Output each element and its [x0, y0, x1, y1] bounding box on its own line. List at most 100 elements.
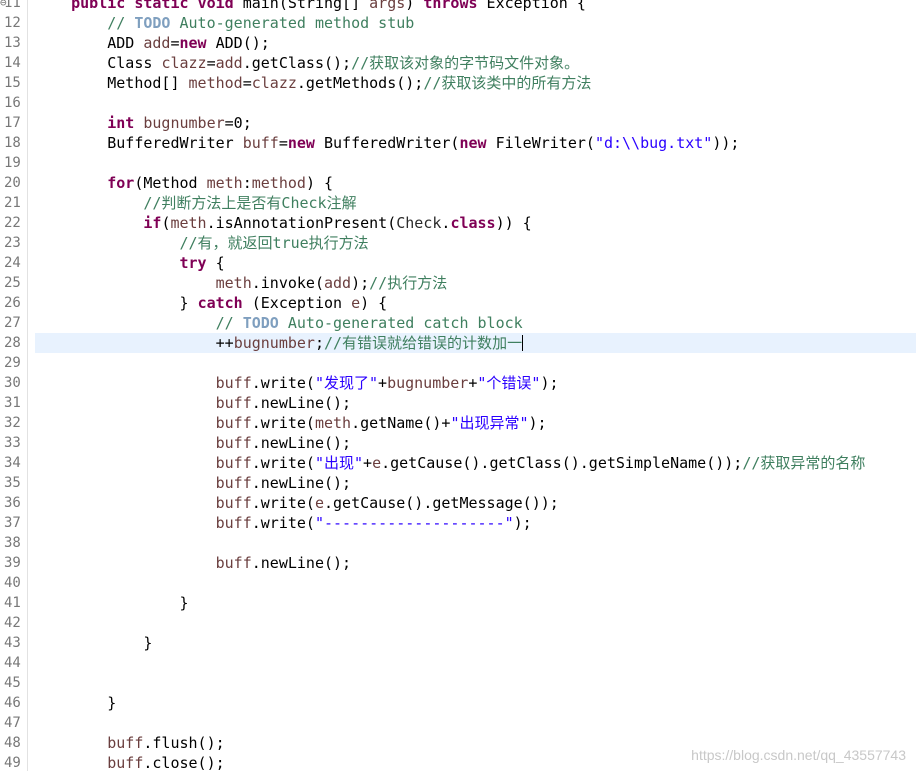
code-line[interactable]: 13 ADD add=new ADD(); [0, 33, 916, 53]
code-text[interactable]: Class clazz=add.getClass();//获取该对象的字节码文件… [35, 53, 579, 73]
code-token: ) { [305, 174, 334, 192]
code-line[interactable]: 20 for(Method meth:method) { [0, 173, 916, 193]
code-token: } [35, 634, 153, 652]
code-text[interactable]: buff.write("出现"+e.getCause().getClass().… [35, 453, 866, 473]
code-token: BufferedWriter( [314, 134, 460, 152]
code-token: .invoke( [251, 274, 324, 292]
line-number: 31 [4, 395, 21, 411]
code-line[interactable]: 15 Method[] method=clazz.getMethods();//… [0, 73, 916, 93]
code-line[interactable]: 32 buff.write(meth.getName()+"出现异常"); [0, 413, 916, 433]
code-line[interactable]: 43 } [0, 633, 916, 653]
code-text[interactable]: buff.flush(); [35, 733, 224, 753]
code-line[interactable]: 26 } catch (Exception e) { [0, 293, 916, 313]
code-text[interactable]: ++bugnumber;//有错误就给错误的计数加一 [35, 333, 524, 353]
line-number: 38 [4, 535, 21, 551]
code-line[interactable]: 38 [0, 533, 916, 553]
code-token: bugnumber [387, 374, 469, 392]
line-number: 47 [4, 715, 21, 731]
code-line[interactable]: 30 buff.write("发现了"+bugnumber+"个错误"); [0, 373, 916, 393]
code-text[interactable]: buff.newLine(); [35, 473, 351, 493]
code-text[interactable]: } [35, 693, 116, 713]
code-line[interactable]: 14 Class clazz=add.getClass();//获取该对象的字节… [0, 53, 916, 73]
code-text[interactable]: buff.newLine(); [35, 393, 351, 413]
line-number: 39 [4, 555, 21, 571]
code-text[interactable]: try { [35, 253, 225, 273]
code-text[interactable]: } [35, 593, 189, 613]
code-token: Exception { [477, 0, 586, 12]
code-text[interactable]: buff.write(meth.getName()+"出现异常"); [35, 413, 547, 433]
code-text[interactable]: public static void main(String[] args) t… [35, 0, 586, 13]
line-number: 36 [4, 495, 21, 511]
code-line[interactable]: 24 try { [0, 253, 916, 273]
code-line[interactable]: 16 [0, 93, 916, 113]
code-line[interactable]: 27 // TODO Auto-generated catch block [0, 313, 916, 333]
code-text[interactable]: buff.newLine(); [35, 553, 351, 573]
line-number: 17 [4, 115, 21, 131]
code-line[interactable]: 21 //判断方法上是否有Check注解 [0, 193, 916, 213]
code-text[interactable]: BufferedWriter buff=new BufferedWriter(n… [35, 133, 739, 153]
code-line[interactable]: 12 // TODO Auto-generated method stub [0, 13, 916, 33]
code-token: e [372, 454, 382, 472]
code-text[interactable]: int bugnumber=0; [35, 113, 252, 133]
code-token: .getMethods(); [296, 74, 424, 92]
code-line[interactable]: 31 buff.newLine(); [0, 393, 916, 413]
code-line[interactable]: 33 buff.newLine(); [0, 433, 916, 453]
code-line[interactable]: 23 //有，就返回true执行方法 [0, 233, 916, 253]
code-editor[interactable]: ⊖ 11 public static void main(String[] arg… [0, 0, 916, 773]
code-line[interactable]: 44 [0, 653, 916, 673]
code-line[interactable]: 39 buff.newLine(); [0, 553, 916, 573]
code-token: buff [215, 554, 252, 572]
code-text[interactable]: ADD add=new ADD(); [35, 33, 270, 53]
code-text[interactable]: } catch (Exception e) { [35, 293, 387, 313]
code-line[interactable]: 22 if(meth.isAnnotationPresent(Check.cla… [0, 213, 916, 233]
code-text[interactable]: buff.close(); [35, 753, 224, 773]
code-text[interactable]: buff.write(e.getCause().getMessage()); [35, 493, 559, 513]
code-text[interactable]: meth.invoke(add);//执行方法 [35, 273, 448, 293]
line-number: 40 [4, 575, 21, 591]
code-line[interactable]: 29 [0, 353, 916, 373]
code-text[interactable]: // TODO Auto-generated method stub [35, 13, 414, 33]
code-line[interactable]: 34 buff.write("出现"+e.getCause().getClass… [0, 453, 916, 473]
code-line[interactable]: 41 } [0, 593, 916, 613]
code-line[interactable]: 28 ++bugnumber;//有错误就给错误的计数加一 [0, 333, 916, 353]
code-token: ); [528, 414, 547, 432]
code-text[interactable]: // TODO Auto-generated catch block [35, 313, 523, 333]
line-number: 46 [4, 695, 21, 711]
code-line[interactable]: 42 [0, 613, 916, 633]
code-token: "出现异常" [450, 414, 529, 432]
code-text[interactable]: buff.newLine(); [35, 433, 351, 453]
code-text[interactable]: //有，就返回true执行方法 [35, 233, 369, 253]
text-cursor [522, 335, 524, 351]
code-text[interactable]: for(Method meth:method) { [35, 173, 333, 193]
code-text[interactable]: if(meth.isAnnotationPresent(Check.class)… [35, 213, 531, 233]
code-text[interactable]: //判断方法上是否有Check注解 [35, 193, 356, 213]
line-number: 14 [4, 55, 21, 71]
line-number: 30 [4, 375, 21, 391]
code-text[interactable]: } [35, 633, 152, 653]
code-token: ) { [360, 294, 388, 312]
code-text[interactable]: buff.write("发现了"+bugnumber+"个错误"); [35, 373, 559, 393]
line-number: 42 [4, 615, 21, 631]
code-line[interactable]: 25 meth.invoke(add);//执行方法 [0, 273, 916, 293]
code-line[interactable]: 18 BufferedWriter buff=new BufferedWrite… [0, 133, 916, 153]
code-line[interactable]: 47 [0, 713, 916, 733]
code-line[interactable]: 35 buff.newLine(); [0, 473, 916, 493]
code-text[interactable]: buff.write("--------------------"); [35, 513, 532, 533]
code-text[interactable]: Method[] method=clazz.getMethods();//获取该… [35, 73, 591, 93]
line-number: 32 [4, 415, 21, 431]
code-token: void [197, 0, 234, 12]
code-line[interactable]: ⊖ 11 public static void main(String[] arg… [0, 0, 916, 13]
code-line[interactable]: 37 buff.write("--------------------"); [0, 513, 916, 533]
code-token: add [215, 54, 243, 72]
code-line[interactable]: 19 [0, 153, 916, 173]
code-token: } [35, 594, 189, 612]
code-line[interactable]: 45 [0, 673, 916, 693]
code-token: = [242, 74, 252, 92]
code-line[interactable]: 17 int bugnumber=0; [0, 113, 916, 133]
code-line[interactable]: 46 } [0, 693, 916, 713]
code-line[interactable]: 40 [0, 573, 916, 593]
code-line[interactable]: 36 buff.write(e.getCause().getMessage())… [0, 493, 916, 513]
